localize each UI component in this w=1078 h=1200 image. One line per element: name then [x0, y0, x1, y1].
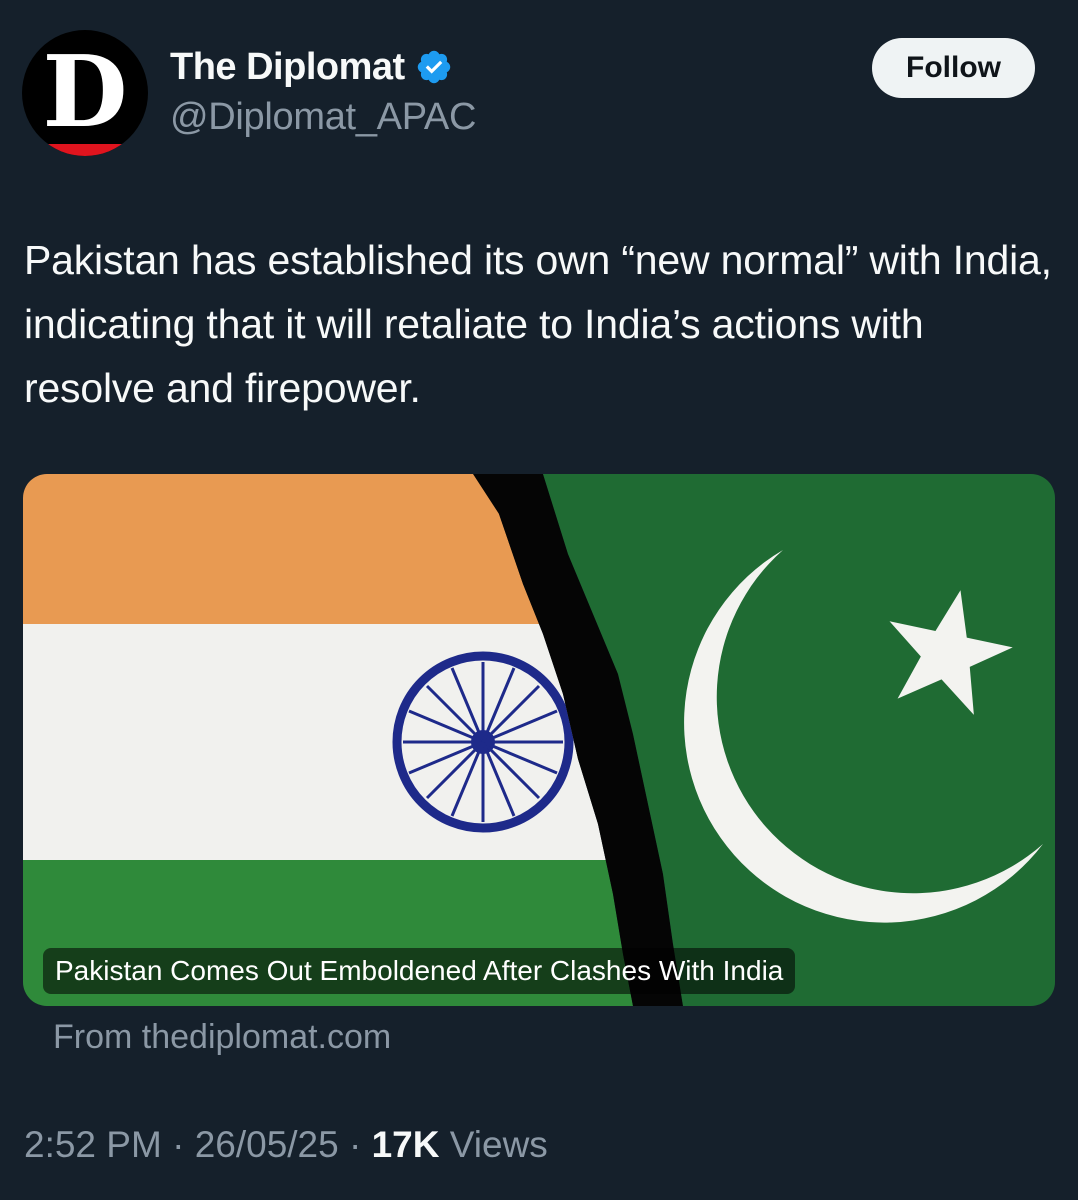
meta-separator: · — [172, 1124, 185, 1165]
meta-separator: · — [349, 1124, 362, 1165]
india-pakistan-flags-torn — [23, 474, 1055, 1006]
avatar-letter: D — [42, 35, 128, 150]
tweet-meta: 2:52 PM · 26/05/25 · 17K Views — [24, 1124, 548, 1166]
tweet-date[interactable]: 26/05/25 — [195, 1124, 339, 1165]
views-count[interactable]: 17K — [372, 1124, 440, 1165]
avatar-red-bar — [22, 144, 148, 156]
follow-button[interactable]: Follow — [872, 38, 1035, 98]
author-name-row: The Diplomat — [170, 42, 453, 92]
tweet-text: Pakistan has established its own “new no… — [24, 237, 1052, 411]
handle[interactable]: @Diplomat_APAC — [170, 96, 476, 139]
views-label[interactable]: Views — [450, 1124, 548, 1165]
tweet-time[interactable]: 2:52 PM — [24, 1124, 162, 1165]
avatar[interactable]: D — [22, 30, 148, 156]
link-card[interactable]: Pakistan Comes Out Emboldened After Clas… — [23, 474, 1055, 1006]
display-name[interactable]: The Diplomat — [170, 46, 405, 89]
card-headline: Pakistan Comes Out Emboldened After Clas… — [43, 948, 796, 994]
card-source[interactable]: From thediplomat.com — [53, 1018, 391, 1057]
verified-badge-icon[interactable] — [415, 48, 453, 86]
